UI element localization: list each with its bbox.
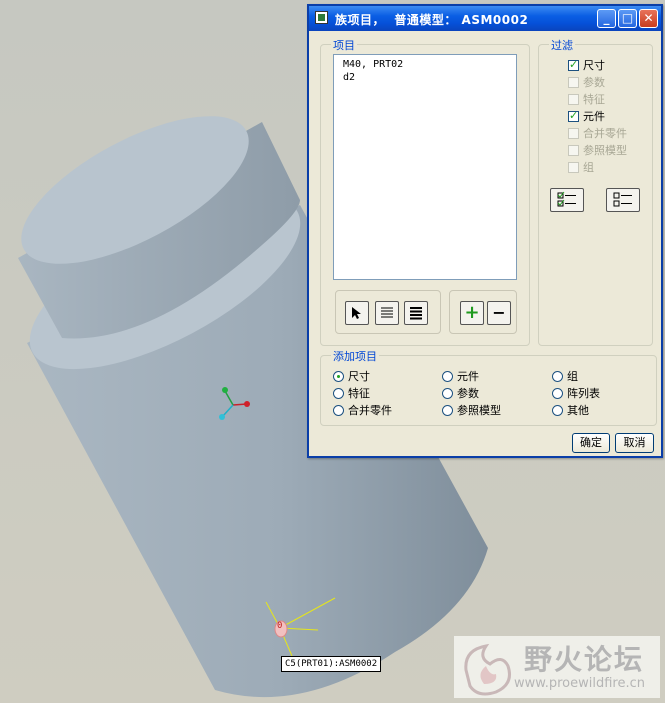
family-items-dialog: 族项目， 普通模型： ASM0002 _ □ ✕ 项目 M40, PRT02 d… bbox=[307, 4, 663, 458]
add-remove-panel: + − bbox=[449, 290, 517, 334]
clear-all-button[interactable] bbox=[606, 188, 640, 212]
watermark-url: www.proewildfire.cn bbox=[514, 676, 645, 691]
filter-component[interactable]: 元件 bbox=[568, 108, 605, 124]
model-tooltip-label: C5(PRT01):ASM0002 bbox=[281, 656, 382, 672]
checkbox-label: 尺寸 bbox=[583, 59, 605, 72]
radio-dimension[interactable]: 尺寸 bbox=[333, 368, 370, 384]
checkbox-label: 合并零件 bbox=[583, 127, 627, 140]
radio-other[interactable]: 其他 bbox=[552, 402, 589, 418]
radio-button[interactable] bbox=[552, 371, 563, 382]
minus-icon: − bbox=[492, 303, 506, 322]
radio-button[interactable] bbox=[552, 405, 563, 416]
csys-label: 0 bbox=[277, 621, 283, 631]
filter-dimension[interactable]: 尺寸 bbox=[568, 57, 605, 73]
cancel-button[interactable]: 取消 bbox=[615, 433, 654, 453]
radio-feature[interactable]: 特征 bbox=[333, 385, 370, 401]
filter-group-option: 组 bbox=[568, 159, 594, 175]
checkbox-label: 参照模型 bbox=[583, 144, 627, 157]
plus-icon: + bbox=[464, 302, 480, 323]
radio-parameter[interactable]: 参数 bbox=[442, 385, 479, 401]
filter-feature: 特征 bbox=[568, 91, 605, 107]
radio-label: 元件 bbox=[457, 370, 479, 383]
radio-pattern-table[interactable]: 阵列表 bbox=[552, 385, 600, 401]
arrow-cursor-icon bbox=[352, 307, 361, 319]
add-item-button[interactable]: + bbox=[460, 301, 484, 325]
pick-cursor-button[interactable] bbox=[345, 301, 369, 325]
select-all-button[interactable] bbox=[550, 188, 584, 212]
radio-button[interactable] bbox=[333, 405, 344, 416]
radio-group[interactable]: 组 bbox=[552, 368, 578, 384]
checkbox bbox=[568, 94, 579, 105]
watermark: 野火论坛 www.proewildfire.cn bbox=[454, 636, 660, 698]
radio-component[interactable]: 元件 bbox=[442, 368, 479, 384]
radio-label: 参数 bbox=[457, 387, 479, 400]
radio-label: 组 bbox=[567, 370, 578, 383]
checkbox bbox=[568, 162, 579, 173]
checkbox-label: 元件 bbox=[583, 110, 605, 123]
radio-merged-part[interactable]: 合并零件 bbox=[333, 402, 392, 418]
filter-reference-model: 参照模型 bbox=[568, 142, 627, 158]
uncheck-all-icon bbox=[613, 192, 632, 207]
radio-button[interactable] bbox=[442, 388, 453, 399]
radio-label: 阵列表 bbox=[567, 387, 600, 400]
list-bold-icon bbox=[410, 307, 422, 320]
radio-label: 其他 bbox=[567, 404, 589, 417]
items-listbox[interactable]: M40, PRT02 d2 bbox=[333, 54, 517, 280]
checkbox[interactable] bbox=[568, 109, 579, 122]
remove-item-button[interactable]: − bbox=[487, 301, 511, 325]
checkbox-label: 组 bbox=[583, 161, 594, 174]
radio-button[interactable] bbox=[442, 405, 453, 416]
radio-label: 特征 bbox=[348, 387, 370, 400]
radio-label: 参照模型 bbox=[457, 404, 501, 417]
detail-view-button[interactable] bbox=[404, 301, 428, 325]
flame-logo-icon bbox=[464, 643, 511, 696]
add-item-group-title: 添加项目 bbox=[331, 348, 379, 364]
checkbox bbox=[568, 128, 579, 139]
list-item[interactable]: M40, PRT02 bbox=[343, 58, 507, 71]
filter-group-title: 过滤 bbox=[549, 37, 575, 53]
minimize-button[interactable]: _ bbox=[597, 9, 616, 28]
radio-reference-model[interactable]: 参照模型 bbox=[442, 402, 501, 418]
radio-label: 尺寸 bbox=[348, 370, 370, 383]
radio-button[interactable] bbox=[442, 371, 453, 382]
maximize-button[interactable]: □ bbox=[618, 9, 637, 28]
ok-button[interactable]: 确定 bbox=[572, 433, 610, 453]
checkbox-label: 特征 bbox=[583, 93, 605, 106]
watermark-title: 野火论坛 bbox=[524, 643, 645, 676]
checkbox bbox=[568, 77, 579, 88]
radio-label: 合并零件 bbox=[348, 404, 392, 417]
radio-button[interactable] bbox=[333, 388, 344, 399]
checkbox[interactable] bbox=[568, 58, 579, 71]
list-item[interactable]: d2 bbox=[343, 71, 507, 84]
radio-button[interactable] bbox=[333, 371, 344, 382]
filter-merged-part: 合并零件 bbox=[568, 125, 627, 141]
selection-tools-panel bbox=[335, 290, 441, 334]
close-button[interactable]: ✕ bbox=[639, 9, 658, 28]
list-lines-icon bbox=[381, 307, 393, 318]
filter-parameter: 参数 bbox=[568, 74, 605, 90]
app-icon bbox=[315, 11, 328, 24]
dialog-titlebar[interactable]: 族项目， 普通模型： ASM0002 _ □ ✕ bbox=[309, 6, 661, 31]
radio-button[interactable] bbox=[552, 388, 563, 399]
checkbox-label: 参数 bbox=[583, 76, 605, 89]
checkbox bbox=[568, 145, 579, 156]
list-view-button[interactable] bbox=[375, 301, 399, 325]
dialog-title: 族项目， 普通模型： ASM0002 bbox=[335, 13, 529, 27]
check-all-icon bbox=[557, 191, 576, 207]
items-group-title: 项目 bbox=[331, 37, 357, 53]
